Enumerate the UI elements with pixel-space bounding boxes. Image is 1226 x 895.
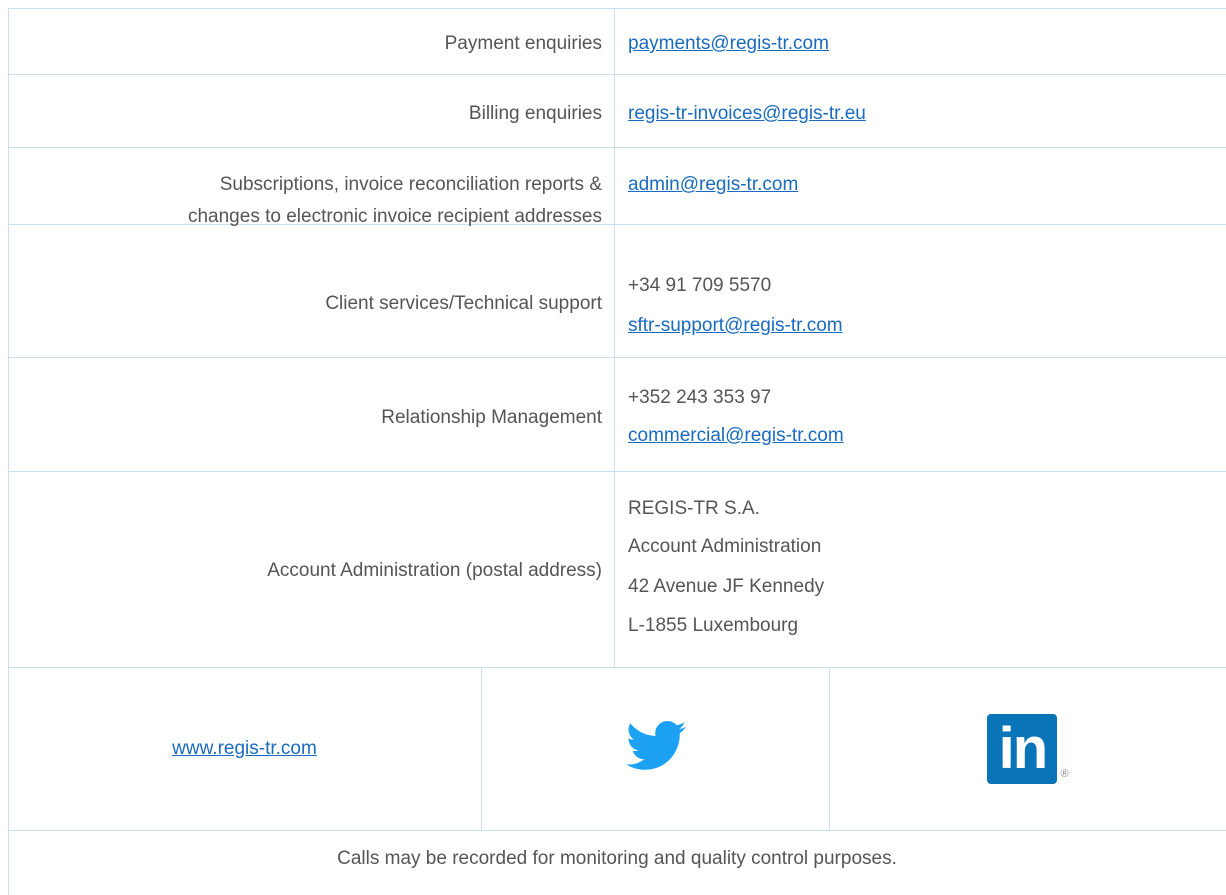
client-services-phone: +34 91 709 5570 bbox=[628, 275, 772, 296]
linkedin-cell: in ® bbox=[830, 668, 1226, 830]
address-line-company: REGIS-TR S.A. bbox=[628, 498, 760, 519]
recording-notice: Calls may be recorded for monitoring and… bbox=[337, 848, 897, 869]
relationship-management-label: Relationship Management bbox=[381, 407, 602, 428]
payment-enquiries-label: Payment enquiries bbox=[444, 33, 602, 54]
linkedin-logo: in bbox=[987, 714, 1058, 784]
twitter-cell bbox=[482, 668, 829, 830]
website-cell: www.regis-tr.com bbox=[8, 668, 481, 830]
row-divider bbox=[8, 147, 1226, 148]
account-administration-label: Account Administration (postal address) bbox=[267, 560, 602, 581]
payments-email-link[interactable]: payments@regis-tr.com bbox=[628, 33, 829, 54]
twitter-bird-icon[interactable] bbox=[625, 721, 686, 777]
invoices-email-link[interactable]: regis-tr-invoices@regis-tr.eu bbox=[628, 103, 866, 124]
row-divider bbox=[8, 74, 1226, 75]
address-line-street: 42 Avenue JF Kennedy bbox=[628, 576, 825, 597]
subscriptions-label-line2: changes to electronic invoice recipient … bbox=[187, 206, 602, 227]
row-divider bbox=[8, 471, 1226, 472]
row-divider bbox=[8, 830, 1226, 831]
registered-mark: ® bbox=[1060, 768, 1069, 780]
billing-enquiries-label: Billing enquiries bbox=[468, 103, 602, 124]
website-link[interactable]: www.regis-tr.com bbox=[172, 738, 317, 760]
row-divider bbox=[8, 357, 1226, 358]
address-line-city: L-1855 Luxembourg bbox=[628, 615, 799, 636]
address-line-department: Account Administration bbox=[628, 536, 822, 557]
admin-email-link[interactable]: admin@regis-tr.com bbox=[628, 174, 798, 195]
linkedin-icon[interactable]: in ® bbox=[987, 714, 1069, 784]
relationship-phone: +352 243 353 97 bbox=[628, 387, 772, 408]
client-services-label: Client services/Technical support bbox=[325, 293, 602, 314]
subscriptions-label-line1: Subscriptions, invoice reconciliation re… bbox=[219, 174, 602, 195]
commercial-email-link[interactable]: commercial@regis-tr.com bbox=[628, 425, 844, 446]
support-email-link[interactable]: sftr-support@regis-tr.com bbox=[628, 315, 843, 336]
column-divider bbox=[614, 8, 615, 667]
